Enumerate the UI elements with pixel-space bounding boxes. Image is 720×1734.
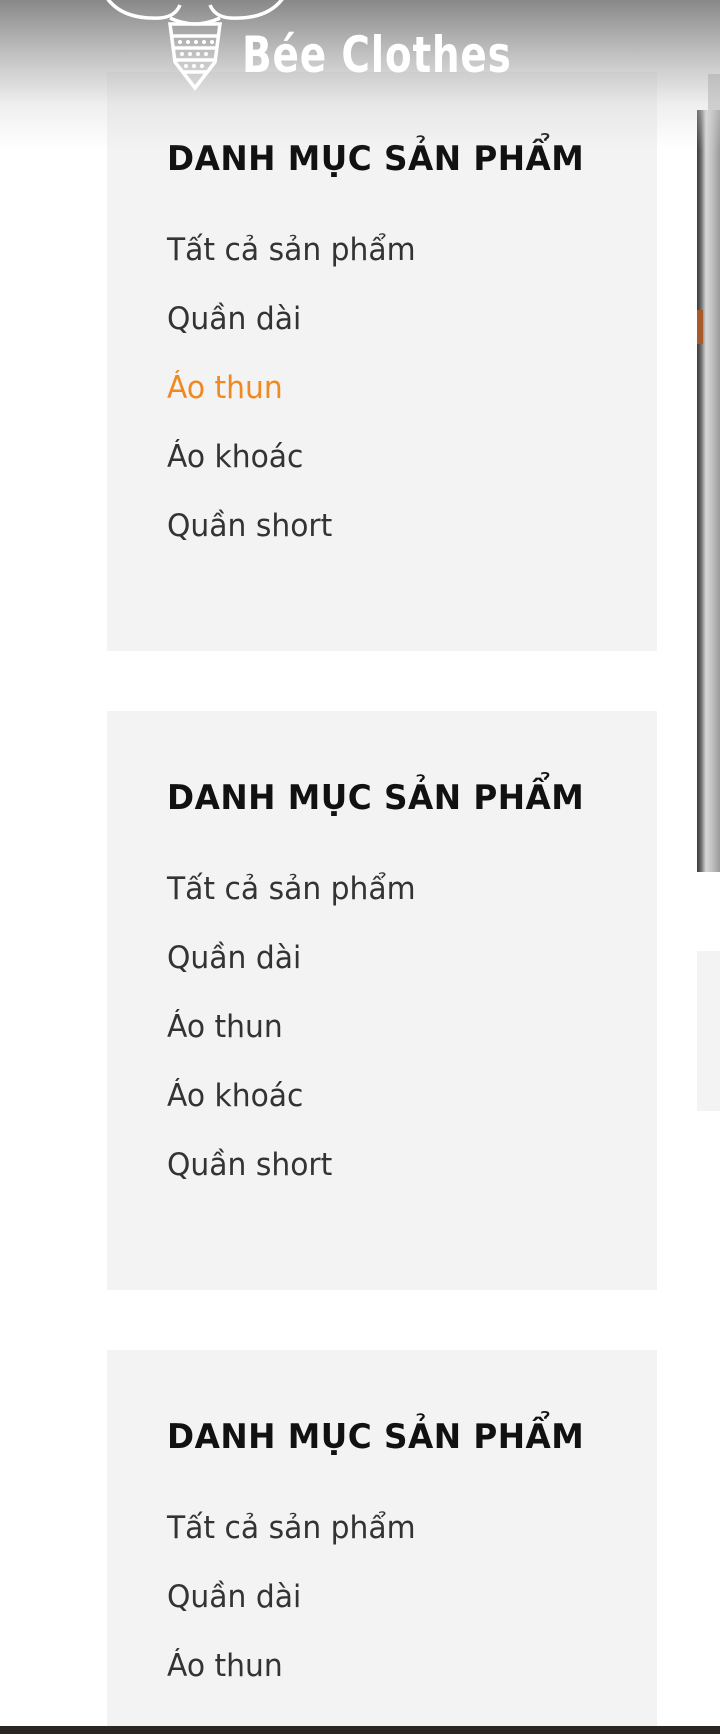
category-link-shorts[interactable]: Quần short <box>167 508 416 577</box>
category-panel: DANH MỤC SẢN PHẨM Tất cả sản phẩm Quần d… <box>107 72 657 651</box>
category-panel: DANH MỤC SẢN PHẨM Tất cả sản phẩm Quần d… <box>107 1350 657 1734</box>
footer-bar <box>0 1726 720 1734</box>
category-link-tshirt[interactable]: Áo thun <box>167 370 416 439</box>
product-image-accent <box>697 310 703 344</box>
category-panel: DANH MỤC SẢN PHẨM Tất cả sản phẩm Quần d… <box>107 711 657 1290</box>
panel-title: DANH MỤC SẢN PHẨM <box>167 1417 585 1457</box>
category-link-all[interactable]: Tất cả sản phẩm <box>167 1510 416 1579</box>
category-link-pants[interactable]: Quần dài <box>167 940 416 1009</box>
category-link-shorts[interactable]: Quần short <box>167 1147 416 1216</box>
product-image-edge <box>708 74 720 110</box>
category-list: Tất cả sản phẩm Quần dài Áo thun Áo khoá… <box>167 232 426 577</box>
site-logo[interactable]: Bée Clothes <box>100 0 511 95</box>
category-link-all[interactable]: Tất cả sản phẩm <box>167 871 416 940</box>
logo-text: Bée Clothes <box>242 26 512 84</box>
panel-title: DANH MỤC SẢN PHẨM <box>167 778 585 818</box>
category-link-pants[interactable]: Quần dài <box>167 1579 416 1648</box>
product-image[interactable] <box>697 110 720 872</box>
category-list: Tất cả sản phẩm Quần dài Áo thun Áo khoá… <box>167 871 426 1216</box>
category-link-jacket[interactable]: Áo khoác <box>167 1078 416 1147</box>
product-card-edge[interactable] <box>697 951 720 1111</box>
category-link-jacket[interactable]: Áo khoác <box>167 439 416 508</box>
category-link-tshirt[interactable]: Áo thun <box>167 1009 416 1078</box>
category-link-tshirt[interactable]: Áo thun <box>167 1648 416 1717</box>
category-link-pants[interactable]: Quần dài <box>167 301 416 370</box>
category-list: Tất cả sản phẩm Quần dài Áo thun <box>167 1510 426 1717</box>
panel-title: DANH MỤC SẢN PHẨM <box>167 139 585 179</box>
category-link-all[interactable]: Tất cả sản phẩm <box>167 232 416 301</box>
